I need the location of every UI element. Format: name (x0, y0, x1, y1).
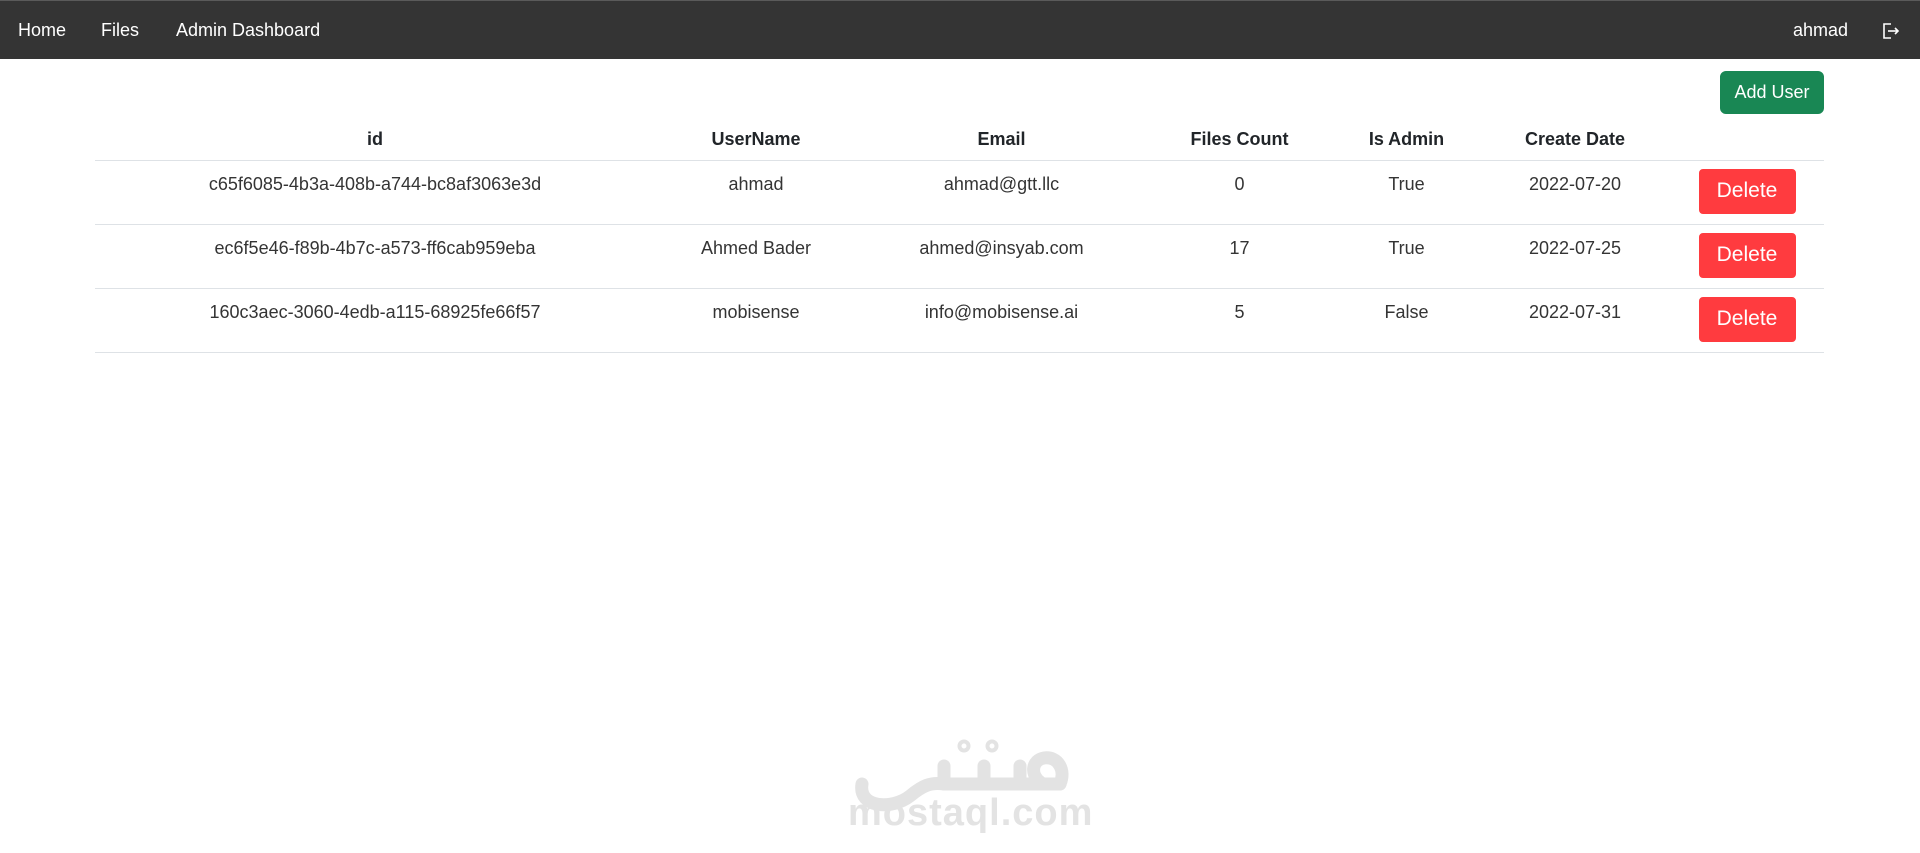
users-table: id UserName Email Files Count Is Admin C… (95, 116, 1824, 353)
column-header-id: id (95, 116, 655, 161)
cell-username: Ahmed Bader (655, 224, 857, 289)
cell-create-date: 2022-07-20 (1480, 160, 1670, 225)
cell-actions: Delete (1670, 288, 1824, 353)
cell-username: ahmad (655, 160, 857, 225)
watermark-text: mostaql.com (848, 792, 1094, 834)
cell-id: 160c3aec-3060-4edb-a115-68925fe66f57 (95, 288, 655, 353)
column-header-username: UserName (655, 116, 857, 161)
cell-actions: Delete (1670, 224, 1824, 289)
add-user-button[interactable]: Add User (1720, 71, 1824, 114)
column-header-create-date: Create Date (1480, 116, 1670, 161)
column-header-email: Email (857, 116, 1146, 161)
top-navbar: Home Files Admin Dashboard ahmad (0, 0, 1920, 59)
column-header-files-count: Files Count (1146, 116, 1333, 161)
cell-email: ahmed@insyab.com (857, 224, 1146, 289)
column-header-actions (1670, 116, 1824, 161)
logout-icon[interactable] (1880, 21, 1900, 41)
current-user-name: ahmad (1792, 20, 1848, 40)
cell-files-count: 0 (1146, 160, 1333, 225)
cell-create-date: 2022-07-31 (1480, 288, 1670, 353)
nav-link-home[interactable]: Home (18, 20, 66, 41)
nav-link-admin-dashboard[interactable]: Admin Dashboard (176, 20, 320, 41)
cell-files-count: 17 (1146, 224, 1333, 289)
table-header-row: id UserName Email Files Count Is Admin C… (95, 116, 1824, 161)
column-header-is-admin: Is Admin (1333, 116, 1480, 161)
cell-id: ec6f5e46-f89b-4b7c-a573-ff6cab959eba (95, 224, 655, 289)
cell-is-admin: True (1333, 224, 1480, 289)
table-row: ec6f5e46-f89b-4b7c-a573-ff6cab959eba Ahm… (95, 224, 1824, 289)
table-row: c65f6085-4b3a-408b-a744-bc8af3063e3d ahm… (95, 160, 1824, 225)
cell-create-date: 2022-07-25 (1480, 224, 1670, 289)
cell-files-count: 5 (1146, 288, 1333, 353)
delete-button[interactable]: Delete (1698, 168, 1796, 214)
cell-username: mobisense (655, 288, 857, 353)
cell-is-admin: False (1333, 288, 1480, 353)
cell-email: info@mobisense.ai (857, 288, 1146, 353)
cell-is-admin: True (1333, 160, 1480, 225)
delete-button[interactable]: Delete (1698, 296, 1796, 342)
table-row: 160c3aec-3060-4edb-a115-68925fe66f57 mob… (95, 288, 1824, 353)
nav-link-files[interactable]: Files (101, 20, 139, 41)
cell-actions: Delete (1670, 160, 1824, 225)
delete-button[interactable]: Delete (1698, 232, 1796, 278)
cell-email: ahmad@gtt.llc (857, 160, 1146, 225)
cell-id: c65f6085-4b3a-408b-a744-bc8af3063e3d (95, 160, 655, 225)
